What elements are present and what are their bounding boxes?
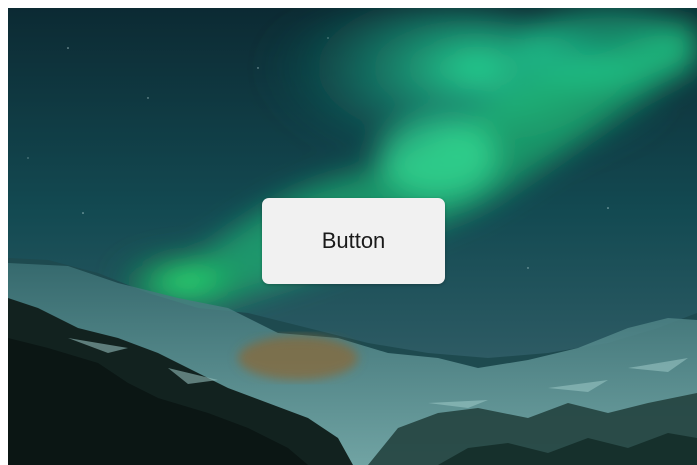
primary-button[interactable]: Button (262, 198, 445, 284)
hero-container: Button (8, 8, 697, 465)
